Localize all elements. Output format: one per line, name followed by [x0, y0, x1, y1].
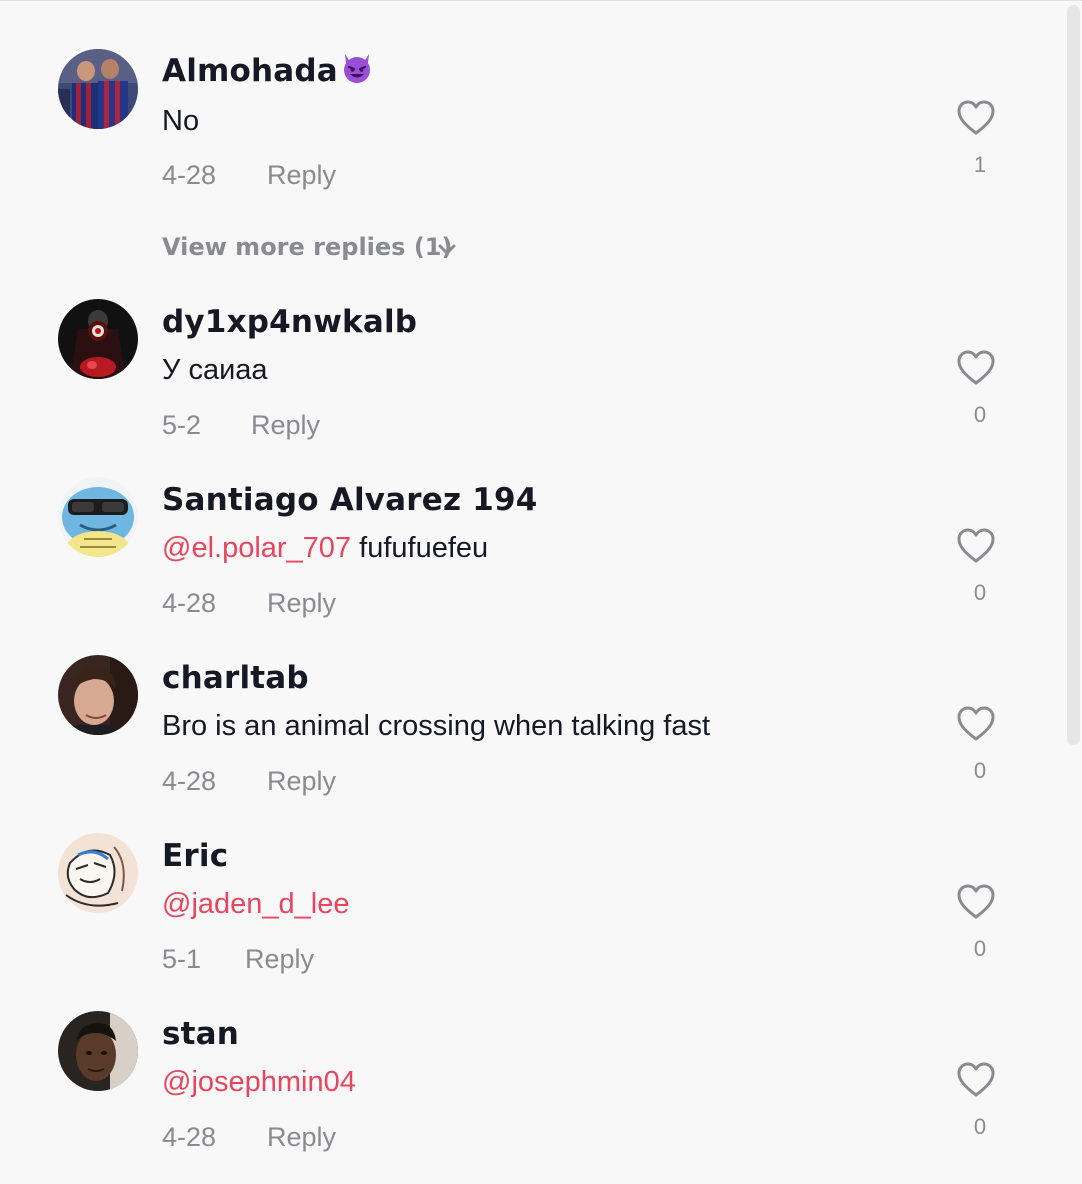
scrollbar[interactable]	[1066, 1, 1082, 1184]
mention-link[interactable]: @josephmin04	[162, 1066, 356, 1098]
comment-date: 4-28	[162, 1122, 217, 1152]
like-count: 0	[973, 1114, 987, 1139]
comment-text: @josephmin04	[162, 1064, 356, 1100]
reply-button[interactable]: Reply	[267, 1120, 336, 1154]
username[interactable]: stan	[162, 1014, 239, 1054]
comment-item: stan @josephmin04 4-28 Reply 0	[0, 1, 1060, 1181]
comment-list: Almohada No 4-28 Reply 1 View more repli…	[0, 0, 1082, 1184]
heart-icon[interactable]	[956, 1061, 996, 1099]
scrollbar-thumb[interactable]	[1067, 5, 1080, 745]
avatar[interactable]	[58, 1011, 138, 1091]
